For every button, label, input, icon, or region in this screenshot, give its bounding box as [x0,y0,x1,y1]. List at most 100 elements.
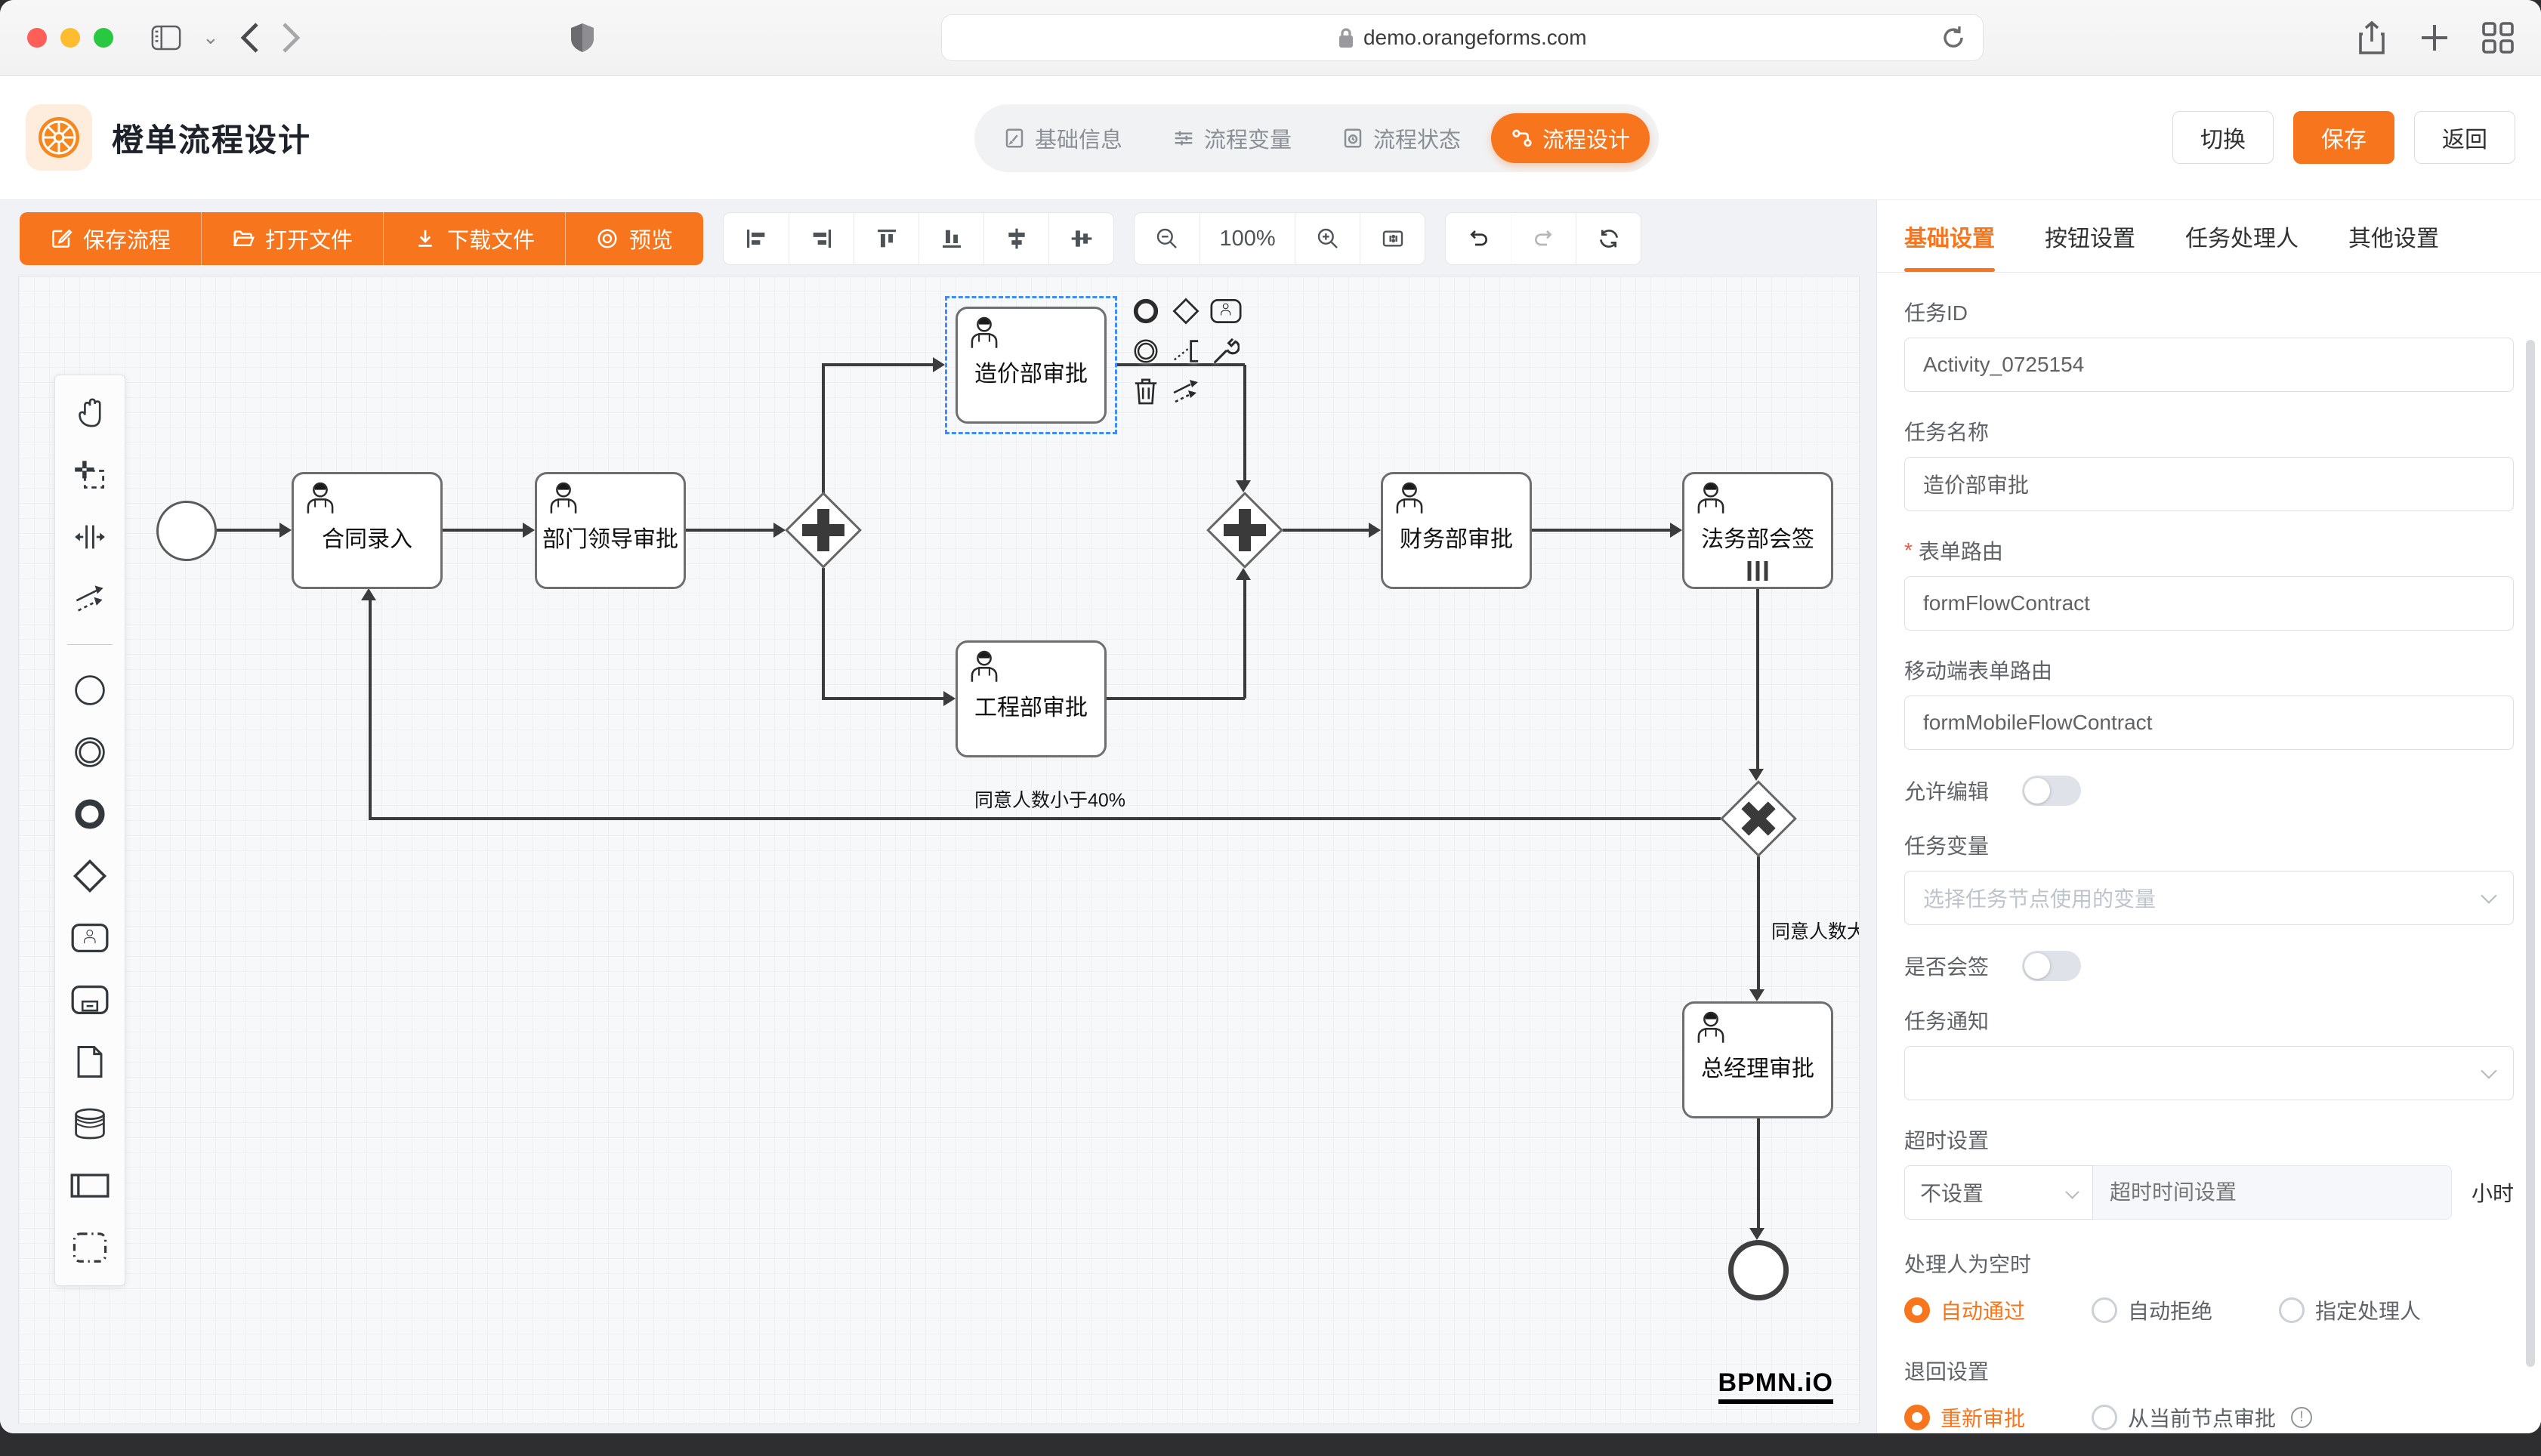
tab-basic-settings[interactable]: 基础设置 [1904,200,1995,272]
start-event[interactable] [156,501,217,561]
end-event[interactable] [1728,1240,1789,1300]
create-end-event-icon[interactable] [70,794,110,834]
edge-legal-to-xgateway[interactable] [1756,589,1759,769]
create-start-event-icon[interactable] [70,671,110,710]
radio-from-current-node[interactable]: 从当前节点审批! [2092,1402,2312,1433]
edge-finance-to-legal[interactable] [1532,529,1670,532]
tab-overview-icon[interactable] [2482,22,2514,54]
create-group-icon[interactable] [70,1228,110,1267]
connect-flow-icon[interactable] [1169,375,1203,408]
edge-xgateway-loopback[interactable] [369,600,372,820]
switch-button[interactable]: 切换 [2172,111,2274,164]
new-tab-icon[interactable] [2420,23,2449,52]
zoom-reset-button[interactable] [1360,213,1425,264]
preview-button[interactable]: 预览 [565,212,703,265]
align-right-button[interactable] [789,213,854,264]
sidebar-icon[interactable] [151,25,181,51]
radio-auto-reject[interactable]: 自动拒绝 [2092,1295,2212,1325]
space-tool-icon[interactable] [70,517,110,557]
edge-gateway1-to-cost[interactable] [822,365,825,494]
tab-process-design[interactable]: 流程设计 [1491,113,1650,163]
edge-xgateway-loopback[interactable] [369,817,1721,820]
align-bottom-button[interactable] [919,213,983,264]
edge-engineering-to-gateway2[interactable] [1107,697,1245,700]
append-user-task-icon[interactable] [1209,295,1243,328]
radio-auto-approve[interactable]: 自动通过 [1904,1295,2025,1325]
sidebar-chevron-icon[interactable]: ⌄ [202,26,219,49]
tab-other-settings[interactable]: 其他设置 [2348,200,2439,272]
append-gateway-icon[interactable] [1169,295,1203,328]
task-cost-dept[interactable]: 造价部审批 [956,307,1107,424]
edge-gateway1-to-engineering[interactable] [822,697,943,700]
tab-basic-info[interactable]: 基础信息 [983,113,1142,163]
save-flow-button[interactable]: 保存流程 [20,212,201,265]
edge-gateway2-to-finance[interactable] [1283,529,1369,532]
timeout-value-input[interactable] [2093,1165,2452,1220]
tab-button-settings[interactable]: 按钮设置 [2045,200,2135,272]
download-file-button[interactable]: 下载文件 [383,212,565,265]
tab-process-status[interactable]: 流程状态 [1322,113,1480,163]
create-user-task-icon[interactable] [70,918,110,958]
panel-scrollbar-thumb[interactable] [2526,340,2535,1367]
edge-engineering-to-gateway2[interactable] [1243,580,1246,699]
edge-start-to-contract[interactable] [217,529,279,532]
zoom-in-button[interactable] [1295,213,1360,264]
create-data-store-icon[interactable] [70,1104,110,1143]
exclusive-gateway[interactable] [1721,781,1796,856]
edge-gm-to-end[interactable] [1757,1118,1760,1229]
share-icon[interactable] [2357,20,2387,55]
task-finance[interactable]: 财务部审批 [1381,472,1532,589]
refresh-button[interactable] [1576,213,1641,264]
timeout-mode-select[interactable]: 不设置 [1904,1165,2093,1220]
append-text-annotation-icon[interactable] [1169,335,1203,368]
undo-button[interactable] [1446,213,1511,264]
align-center-horizontal-button[interactable] [983,213,1048,264]
align-top-button[interactable] [854,213,919,264]
zoom-window-button[interactable] [94,28,113,48]
edge-leader-to-gateway1[interactable] [686,529,773,532]
back-button-header[interactable]: 返回 [2414,111,2515,164]
tab-task-assignee[interactable]: 任务处理人 [2185,200,2299,272]
save-button[interactable]: 保存 [2293,111,2394,164]
bpmn-io-watermark[interactable]: BPMN.iO [1718,1368,1833,1404]
task-dept-leader[interactable]: 部门领导审批 [535,472,686,589]
reload-icon[interactable] [1940,25,1966,51]
task-notify-select[interactable] [1904,1046,2514,1100]
create-gateway-icon[interactable] [70,856,110,896]
lasso-tool-icon[interactable] [70,455,110,495]
create-intermediate-event-icon[interactable] [70,733,110,772]
task-engineering[interactable]: 工程部审批 [956,640,1107,757]
radio-assign-handler[interactable]: 指定处理人 [2279,1295,2421,1325]
connect-tool-icon[interactable] [70,579,110,618]
back-button[interactable] [240,23,260,53]
task-vars-select[interactable]: 选择任务节点使用的变量 [1904,871,2514,925]
task-id-input[interactable] [1904,338,2514,392]
task-general-manager[interactable]: 总经理审批 [1682,1001,1833,1118]
append-end-event-icon[interactable] [1129,295,1162,328]
task-legal-countersign[interactable]: 法务部会签 [1682,472,1833,589]
bpmn-canvas[interactable]: 同意人数小于40% 同意人数大于40% 合同录入 部门领导审批 [18,276,1860,1424]
radio-restart-approval[interactable]: 重新审批 [1904,1402,2025,1433]
forward-button[interactable] [281,23,301,53]
minimize-window-button[interactable] [60,28,80,48]
edge-gateway1-to-cost[interactable] [822,363,933,366]
open-file-button[interactable]: 打开文件 [201,212,383,265]
task-contract-entry[interactable]: 合同录入 [292,472,443,589]
create-subprocess-icon[interactable] [70,980,110,1020]
address-bar[interactable]: demo.orangeforms.com [941,14,1984,61]
privacy-shield-icon[interactable] [570,22,595,54]
parallel-gateway-split[interactable] [786,492,861,568]
redo-button[interactable] [1511,213,1576,264]
edge-xgateway-to-gm[interactable] [1757,856,1760,989]
edge-contract-to-leader[interactable] [443,529,523,532]
zoom-out-button[interactable] [1135,213,1199,264]
countersign-toggle[interactable] [2022,951,2081,981]
edge-gateway1-to-engineering[interactable] [822,568,825,699]
align-left-button[interactable] [724,213,789,264]
form-route-input[interactable] [1904,576,2514,631]
close-window-button[interactable] [27,28,47,48]
tab-process-variables[interactable]: 流程变量 [1153,113,1311,163]
allow-edit-toggle[interactable] [2022,776,2081,806]
hand-tool-icon[interactable] [70,393,110,433]
info-icon[interactable]: ! [2291,1407,2312,1428]
